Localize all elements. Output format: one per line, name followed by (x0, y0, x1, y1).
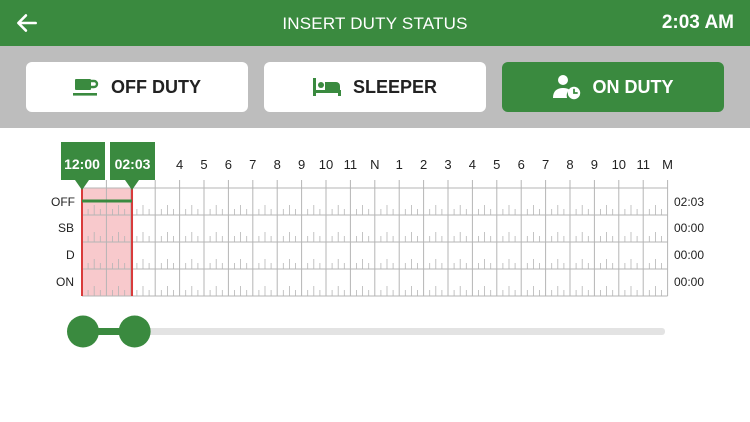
person-clock-icon (552, 74, 581, 100)
current-time: 2:03 AM (661, 12, 734, 33)
row-label-on: ON (56, 275, 74, 289)
hour-label: 8 (566, 157, 573, 172)
slider-start-thumb[interactable] (67, 315, 99, 348)
tab-on-duty[interactable]: ON DUTY (502, 62, 724, 112)
hour-label: 9 (298, 157, 305, 172)
slider-track[interactable] (83, 328, 665, 335)
hour-label: 5 (200, 157, 207, 172)
slider-end-thumb[interactable] (118, 315, 151, 348)
duty-grid (81, 180, 669, 297)
total-off: 02:03 (674, 195, 704, 209)
hour-label: 10 (612, 157, 626, 172)
end-marker[interactable]: 02:03 (110, 142, 155, 190)
end-marker-label: 02:03 (115, 156, 151, 172)
row-label-sb: SB (58, 221, 74, 235)
coffee-cup-icon (73, 76, 99, 98)
hour-labels: 4 5 6 7 8 9 10 11 N 1 2 3 4 5 6 7 8 9 10 11 M (176, 157, 673, 172)
hour-label: 4 (469, 157, 476, 172)
start-marker[interactable]: 12:00 (61, 142, 105, 190)
bed-icon (312, 77, 341, 97)
row-label-off: OFF (51, 195, 75, 209)
total-on: 00:00 (674, 275, 704, 289)
total-d: 00:00 (674, 248, 704, 262)
duty-graph: 4 5 6 7 8 9 10 11 N 1 2 3 4 5 6 7 8 9 10 11 M OFF SB D ON 02… (51, 142, 704, 348)
hour-label: M (662, 157, 673, 172)
hour-label: 11 (344, 157, 358, 172)
hour-label: 9 (591, 157, 598, 172)
tab-off-duty-label: OFF DUTY (111, 76, 201, 97)
hour-label: 6 (225, 157, 232, 172)
hour-label: 10 (319, 157, 333, 172)
hour-label: 2 (420, 157, 427, 172)
hour-label: N (370, 157, 379, 172)
tab-sleeper[interactable]: SLEEPER (264, 62, 486, 112)
hour-label: 3 (444, 157, 451, 172)
hour-label: 1 (396, 157, 403, 172)
duty-status-tabs: OFF DUTY SLEEPER ON DUTY (0, 46, 750, 128)
hour-label: 11 (636, 157, 650, 172)
hour-label: 6 (518, 157, 525, 172)
hour-label: 7 (249, 157, 256, 172)
tab-sleeper-label: SLEEPER (352, 76, 438, 97)
hour-label: 8 (274, 157, 281, 172)
hour-label: 7 (542, 157, 549, 172)
top-app-bar: INSERT DUTY STATUS 2:03 AM (0, 0, 750, 46)
total-sb: 00:00 (674, 221, 704, 235)
tab-off-duty[interactable]: OFF DUTY (26, 62, 248, 112)
hour-label: 5 (493, 157, 500, 172)
hour-label: 4 (176, 157, 183, 172)
tab-on-duty-label: ON DUTY (592, 76, 674, 97)
row-label-d: D (66, 248, 75, 262)
start-marker-label: 12:00 (64, 156, 100, 172)
page-title: INSERT DUTY STATUS (282, 14, 468, 33)
